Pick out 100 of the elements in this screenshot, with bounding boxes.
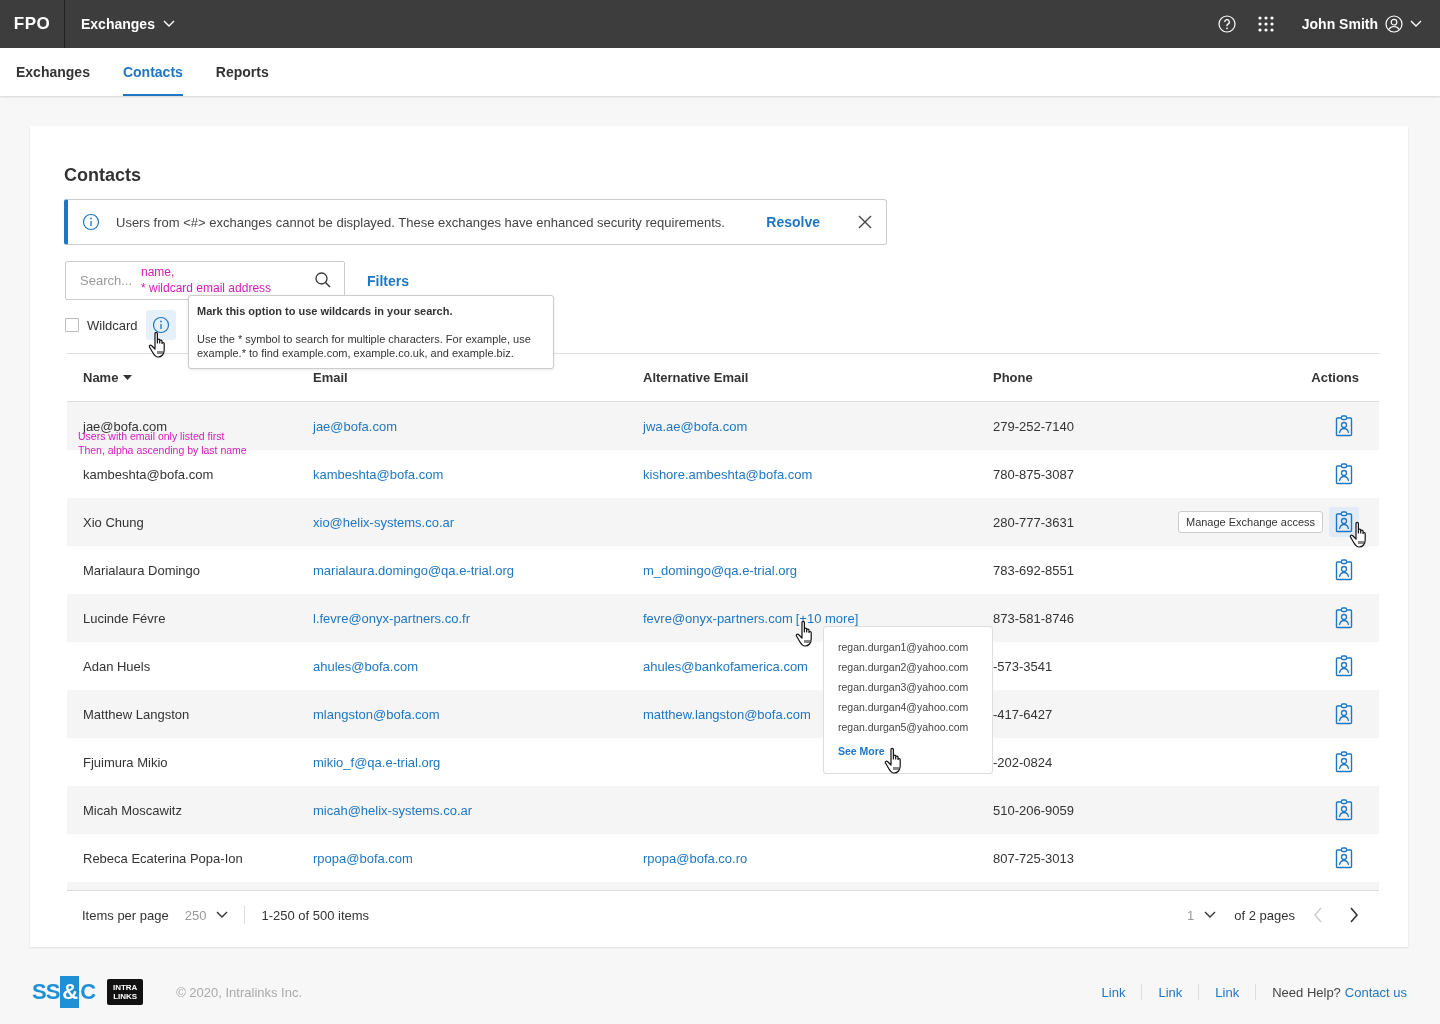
chevron-down-icon xyxy=(1204,911,1217,919)
filters-button[interactable]: Filters xyxy=(367,272,409,289)
more-emails-link[interactable]: [+10 more] xyxy=(795,610,859,626)
company-logo: SS&C xyxy=(32,976,96,1008)
phone-number: 783-692-8551 xyxy=(993,562,1074,578)
column-header: Phone xyxy=(993,370,1033,385)
email-link[interactable]: matthew.langston@bofa.com xyxy=(643,706,811,722)
search-icon xyxy=(315,272,331,288)
email-link[interactable]: rpopa@bofa.co.ro xyxy=(643,850,748,866)
page-count: of 2 pages xyxy=(1234,907,1295,923)
email-link[interactable]: rpopa@bofa.com xyxy=(313,850,413,866)
user-menu[interactable]: John Smith xyxy=(1301,15,1422,33)
contact-link[interactable]: Contact us xyxy=(1344,984,1407,1000)
tooltip-title: Mark this option to use wildcards in your search. xyxy=(197,304,454,318)
footer-link[interactable]: Link xyxy=(1101,984,1126,1000)
email-link[interactable]: mikio_f@qa.e-trial.org xyxy=(313,754,441,770)
email-link[interactable]: marialaura.domingo@qa.e-trial.org xyxy=(313,562,515,578)
contact-name: jae@bofa.com xyxy=(83,418,168,434)
checkbox-label: Wildcard xyxy=(87,317,138,333)
email-link[interactable]: mlangston@bofa.com xyxy=(313,706,440,722)
phone-number: -573-3541 xyxy=(993,658,1053,674)
popover-email: regan.durgan4@yahoo.com xyxy=(838,699,970,715)
email-link[interactable]: jae@bofa.com xyxy=(313,418,398,434)
email-link[interactable]: l.fevre@onyx-partners.co.fr xyxy=(313,610,470,626)
nav-tab[interactable]: Reports xyxy=(215,48,269,96)
help-text: Need Help? xyxy=(1272,984,1341,1000)
tooltip-text: Use the * symbol to search for multiple characters. For example, use example.* to find example.com, example.co.uk, and example.biz. xyxy=(197,332,532,360)
email-link[interactable]: kishore.ambeshta@bofa.com xyxy=(643,466,813,482)
phone-number: 510-206-9059 xyxy=(993,802,1074,818)
contact-name: Adan Huels xyxy=(83,658,151,674)
id-badge-icon xyxy=(1335,463,1353,485)
popover-email: regan.durgan5@yahoo.com xyxy=(838,719,970,735)
info-icon xyxy=(82,213,100,231)
contact-name: Rebeca Ecaterina Popa-Ion xyxy=(83,850,243,866)
nav-tab[interactable]: Exchanges xyxy=(16,48,90,96)
manage-access-button[interactable] xyxy=(1329,507,1359,537)
item-range: 1-250 of 500 items xyxy=(261,907,370,923)
id-badge-icon xyxy=(1335,655,1353,677)
nav-tab[interactable]: Contacts xyxy=(122,48,183,96)
resolve-link[interactable]: Resolve xyxy=(766,214,820,230)
contact-name: kambeshta@bofa.com xyxy=(83,466,214,482)
contact-name: Matthew Langston xyxy=(83,706,190,722)
phone-number: 873-581-8746 xyxy=(993,610,1074,626)
footer-link[interactable]: Link xyxy=(1158,984,1183,1000)
contact-name: Lucinde Févre xyxy=(83,610,166,626)
page-title: Contacts xyxy=(64,164,142,186)
intralinks-logo: INTRA LINKS xyxy=(107,979,144,1005)
see-more-link[interactable]: See More xyxy=(838,740,885,761)
per-page-select[interactable]: 250 xyxy=(184,907,229,923)
copyright-text: © 2020, Intralinks Inc. xyxy=(176,984,303,1000)
info-icon xyxy=(151,316,170,334)
next-page-button[interactable] xyxy=(1349,907,1359,923)
popover-email: regan.durgan1@yahoo.com xyxy=(838,639,970,655)
email-link[interactable]: jwa.ae@bofa.com xyxy=(643,418,748,434)
id-badge-icon xyxy=(1335,511,1353,533)
id-badge-icon xyxy=(1335,751,1353,773)
action-tooltip: Manage Exchange access xyxy=(1177,511,1323,533)
annotation-text: name, xyxy=(141,264,176,280)
email-link[interactable]: ahules@bofa.com xyxy=(313,658,418,674)
sort-caret-icon xyxy=(123,374,133,381)
chevron-down-icon xyxy=(1410,20,1422,28)
contact-name: Marialaura Domingo xyxy=(83,562,201,578)
annotation-text: * wildcard email address xyxy=(141,280,272,296)
phone-number: -202-0824 xyxy=(993,754,1053,770)
column-header: Email xyxy=(313,370,348,385)
contact-name: Xio Chung xyxy=(83,514,144,530)
email-link[interactable]: micah@helix-systems.co.ar xyxy=(313,802,473,818)
id-badge-icon xyxy=(1335,607,1353,629)
id-badge-icon xyxy=(1335,847,1353,869)
email-link[interactable]: kambeshta@bofa.com xyxy=(313,466,444,482)
phone-number: 780-875-3087 xyxy=(993,466,1074,482)
info-button[interactable] xyxy=(145,310,176,340)
phone-number: -417-6427 xyxy=(993,706,1053,722)
contact-name: Micah Moscawitz xyxy=(83,802,182,818)
email-link[interactable]: xio@helix-systems.co.ar xyxy=(313,514,455,530)
apps-grid-icon[interactable] xyxy=(1257,16,1274,32)
id-badge-icon xyxy=(1335,559,1353,581)
help-icon[interactable] xyxy=(1217,15,1236,33)
name-column-header[interactable]: Name xyxy=(83,370,133,385)
id-badge-icon xyxy=(1335,415,1353,437)
chevron-down-icon xyxy=(216,911,229,919)
column-header: Actions xyxy=(1311,370,1359,385)
chevron-down-icon xyxy=(162,20,175,28)
phone-number: 280-777-3631 xyxy=(993,514,1074,530)
footer-link[interactable]: Link xyxy=(1215,984,1240,1000)
email-link[interactable]: ahules@bankofamerica.com xyxy=(643,658,808,674)
phone-number: 279-252-7140 xyxy=(993,418,1074,434)
column-header: Alternative Email xyxy=(643,370,749,385)
items-per-page-label: Items per page xyxy=(82,907,169,923)
email-link[interactable]: m_domingo@qa.e-trial.org xyxy=(643,562,798,578)
popover-email: regan.durgan3@yahoo.com xyxy=(838,679,970,695)
exchanges-menu[interactable]: Exchanges xyxy=(81,12,175,36)
wildcard-checkbox[interactable] xyxy=(65,318,79,332)
close-icon[interactable] xyxy=(858,215,872,229)
id-badge-icon xyxy=(1335,703,1353,725)
email-link[interactable]: fevre@onyx-partners.com xyxy=(643,610,793,626)
page-select[interactable]: 1 xyxy=(1187,907,1217,923)
contact-name: Fjuimura Mikio xyxy=(83,754,168,770)
popover-email: regan.durgan2@yahoo.com xyxy=(838,659,970,675)
user-avatar-icon xyxy=(1385,15,1403,33)
